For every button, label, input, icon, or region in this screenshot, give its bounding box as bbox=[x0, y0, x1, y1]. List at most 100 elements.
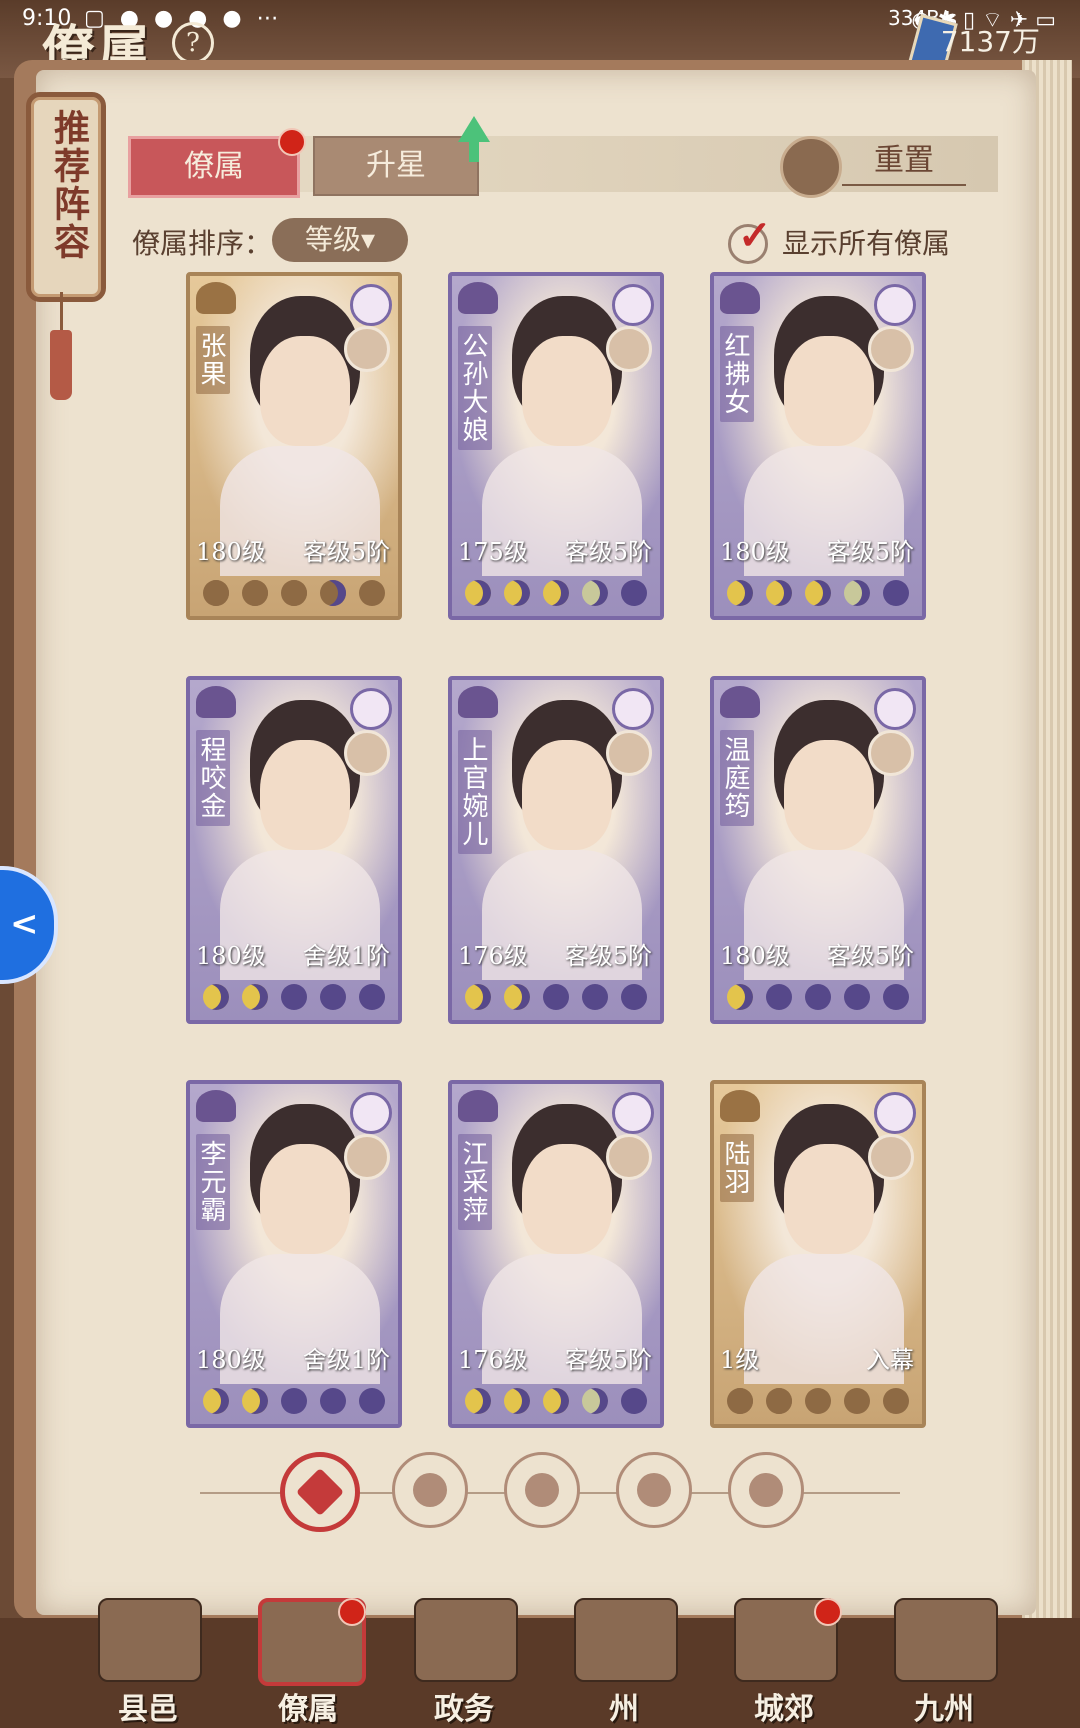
moon-star-icon bbox=[542, 1388, 569, 1414]
retainer-rank: 舍级1阶 bbox=[302, 942, 390, 970]
moon-star-icon bbox=[280, 984, 307, 1010]
class-badge-icon bbox=[196, 282, 236, 314]
portrait-face bbox=[522, 1144, 612, 1254]
trait-emblem-icon bbox=[874, 1092, 916, 1134]
moon-star-icon bbox=[241, 580, 268, 606]
retainer-card[interactable]: 李元霸 180级 舍级1阶 bbox=[186, 1080, 402, 1428]
nav-county[interactable]: 县邑 bbox=[88, 1598, 208, 1728]
category-filter-bar bbox=[280, 1452, 840, 1532]
moon-star-icon bbox=[464, 1388, 491, 1414]
tab-retainers[interactable]: 僚属 bbox=[128, 136, 300, 198]
scholar-filter-icon[interactable] bbox=[392, 1452, 468, 1528]
trait-emblem-icon bbox=[350, 1092, 392, 1134]
nav-prefecture[interactable]: 州 bbox=[564, 1598, 684, 1728]
retainer-card[interactable]: 江采萍 176级 客级5阶 bbox=[448, 1080, 664, 1428]
portrait-face bbox=[784, 1144, 874, 1254]
moon-star-icon bbox=[621, 1388, 648, 1414]
all-filter-icon[interactable] bbox=[280, 1452, 360, 1532]
retainer-card[interactable]: 红拂女 180级 客级5阶 bbox=[710, 272, 926, 620]
retainer-rank: 入幕 bbox=[866, 1346, 914, 1374]
sort-dropdown[interactable]: 等级▾ bbox=[272, 218, 408, 262]
lion-filter-icon[interactable] bbox=[728, 1452, 804, 1528]
moon-star-icon bbox=[280, 580, 307, 606]
moon-star-icon bbox=[582, 984, 609, 1010]
retainer-card[interactable]: 上官婉儿 176级 客级5阶 bbox=[448, 676, 664, 1024]
moon-star-icon bbox=[503, 1388, 530, 1414]
moon-star-icon bbox=[542, 580, 569, 606]
retainer-card[interactable]: 程咬金 180级 舍级1阶 bbox=[186, 676, 402, 1024]
tassel-decoration bbox=[50, 330, 72, 400]
trait-emblem-icon bbox=[350, 284, 392, 326]
trait-emblem-icon bbox=[612, 688, 654, 730]
class-badge-icon bbox=[720, 686, 760, 718]
partner-avatar bbox=[344, 730, 390, 776]
moon-star-icon bbox=[726, 1388, 753, 1414]
tab-star-up[interactable]: 升星 bbox=[313, 136, 479, 196]
fan-filter-icon[interactable] bbox=[616, 1452, 692, 1528]
retainer-name: 上官婉儿 bbox=[458, 730, 492, 854]
star-rating bbox=[720, 980, 916, 1014]
nav-label: 县邑 bbox=[118, 1692, 178, 1727]
nav-affairs[interactable]: 政务 bbox=[404, 1598, 524, 1728]
star-rating bbox=[720, 576, 916, 610]
retainer-name: 公孙大娘 bbox=[458, 326, 492, 450]
moon-star-icon bbox=[320, 1388, 347, 1414]
recommend-lineup-label: 推荐阵容 bbox=[48, 109, 90, 261]
star-rating bbox=[196, 1384, 392, 1418]
partner-avatar bbox=[606, 730, 652, 776]
portrait-face bbox=[784, 740, 874, 850]
portrait-face bbox=[784, 336, 874, 446]
help-button[interactable]: ? bbox=[172, 22, 214, 64]
star-rating bbox=[458, 1384, 654, 1418]
reset-button[interactable]: 重置 bbox=[842, 138, 966, 186]
moon-star-icon bbox=[804, 984, 831, 1010]
retainer-card[interactable]: 张果 180级 客级5阶 bbox=[186, 272, 402, 620]
moon-star-icon bbox=[804, 1388, 831, 1414]
nav-label: 政务 bbox=[434, 1692, 494, 1727]
moon-star-icon bbox=[726, 984, 753, 1010]
retainer-card[interactable]: 陆羽 1级 入幕 bbox=[710, 1080, 926, 1428]
county-icon bbox=[98, 1598, 202, 1682]
class-badge-icon bbox=[196, 1090, 236, 1122]
portrait-face bbox=[260, 1144, 350, 1254]
moon-star-icon bbox=[359, 580, 386, 606]
trait-emblem-icon bbox=[874, 688, 916, 730]
moon-star-icon bbox=[844, 580, 871, 606]
check-icon: ✓ bbox=[738, 212, 772, 259]
trait-emblem-icon bbox=[612, 1092, 654, 1134]
trait-emblem-icon bbox=[350, 688, 392, 730]
nav-label: 城郊 bbox=[754, 1692, 814, 1727]
retainer-rank: 客级5阶 bbox=[826, 942, 914, 970]
moon-star-icon bbox=[804, 580, 831, 606]
moon-star-icon bbox=[503, 580, 530, 606]
nav-label: 九州 bbox=[914, 1692, 974, 1727]
moon-star-icon bbox=[765, 984, 792, 1010]
moon-star-icon bbox=[883, 580, 910, 606]
notification-dot bbox=[814, 1598, 842, 1626]
moon-star-icon bbox=[464, 984, 491, 1010]
moon-star-icon bbox=[621, 580, 648, 606]
recommend-lineup-button[interactable]: 推荐阵容 bbox=[26, 92, 106, 302]
portrait-face bbox=[522, 740, 612, 850]
portrait-face bbox=[522, 336, 612, 446]
upgrade-arrow-icon bbox=[458, 116, 490, 142]
partner-avatar bbox=[606, 1134, 652, 1180]
partner-avatar bbox=[868, 730, 914, 776]
show-all-label[interactable]: 显示所有僚属 bbox=[782, 222, 950, 262]
retainer-level: 1级 bbox=[720, 1346, 760, 1374]
trait-emblem-icon bbox=[874, 284, 916, 326]
reset-icon[interactable] bbox=[780, 136, 842, 198]
moon-star-icon bbox=[202, 580, 229, 606]
moon-star-icon bbox=[202, 1388, 229, 1414]
retainer-card[interactable]: 温庭筠 180级 客级5阶 bbox=[710, 676, 926, 1024]
moon-star-icon bbox=[765, 1388, 792, 1414]
gourd-filter-icon[interactable] bbox=[504, 1452, 580, 1528]
retainer-card[interactable]: 公孙大娘 175级 客级5阶 bbox=[448, 272, 664, 620]
star-rating bbox=[458, 576, 654, 610]
nav-nine-provinces[interactable]: 九州 bbox=[884, 1598, 1004, 1728]
class-badge-icon bbox=[458, 282, 498, 314]
moon-star-icon bbox=[726, 580, 753, 606]
class-badge-icon bbox=[720, 282, 760, 314]
moon-star-icon bbox=[503, 984, 530, 1010]
moon-star-icon bbox=[582, 580, 609, 606]
